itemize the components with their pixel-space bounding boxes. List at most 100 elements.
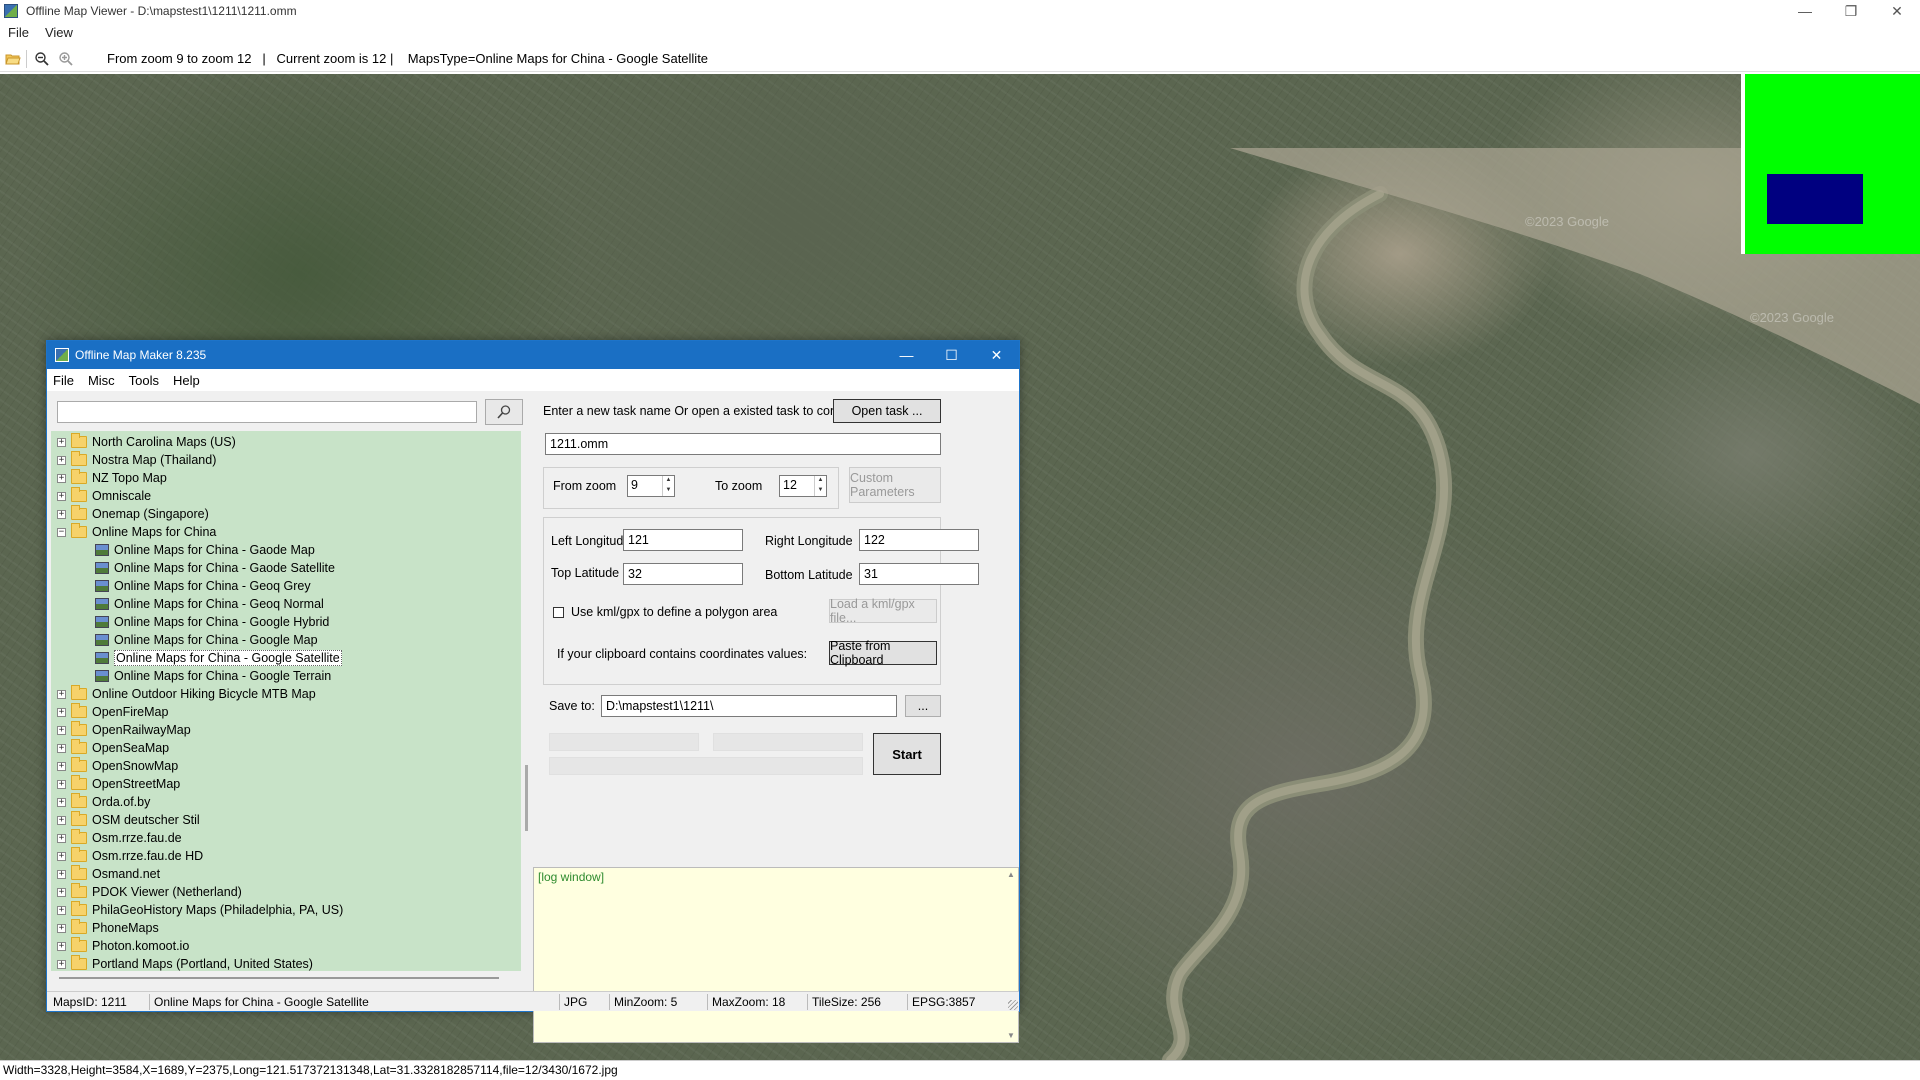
tree-map-item[interactable]: Online Maps for China - Google Satellite xyxy=(95,649,342,667)
expand-icon[interactable]: + xyxy=(57,779,66,789)
expand-icon[interactable]: + xyxy=(57,707,66,717)
tree-folder-item[interactable]: + Orda.of.by xyxy=(57,793,150,811)
collapse-icon[interactable]: − xyxy=(57,527,66,537)
expand-icon[interactable]: + xyxy=(57,833,66,843)
menu-file[interactable]: File xyxy=(53,373,74,388)
custom-parameters-button[interactable]: Custom Parameters xyxy=(849,467,941,503)
tree-folder-item[interactable]: + OpenSeaMap xyxy=(57,739,169,757)
tree-folder-item[interactable]: + Online Outdoor Hiking Bicycle MTB Map xyxy=(57,685,316,703)
tree-folder-item[interactable]: + PhoneMaps xyxy=(57,919,159,937)
expand-icon[interactable]: + xyxy=(57,689,66,699)
chevron-down-icon[interactable]: ▼ xyxy=(1007,1031,1015,1040)
restore-icon[interactable]: ❐ xyxy=(1828,0,1874,22)
tree-folder-item[interactable]: + OSM deutscher Stil xyxy=(57,811,200,829)
tree-folder-item[interactable]: − Online Maps for China xyxy=(57,523,216,541)
minimize-icon[interactable]: — xyxy=(1782,0,1828,22)
log-scrollbar[interactable]: ▲ ▼ xyxy=(1004,868,1018,1042)
map-search-input[interactable] xyxy=(57,401,477,423)
open-folder-icon[interactable] xyxy=(2,48,24,70)
tree-map-item[interactable]: Online Maps for China - Google Map xyxy=(95,631,318,649)
minimize-icon[interactable]: — xyxy=(884,341,929,369)
tree-folder-item[interactable]: + OpenStreetMap xyxy=(57,775,180,793)
tree-map-item[interactable]: Online Maps for China - Geoq Grey xyxy=(95,577,311,595)
tree-map-item[interactable]: Online Maps for China - Google Terrain xyxy=(95,667,331,685)
task-name-field[interactable]: 1211.omm xyxy=(545,433,941,455)
tree-vertical-scrollbar[interactable] xyxy=(525,765,528,831)
expand-icon[interactable]: + xyxy=(57,437,66,447)
start-button[interactable]: Start xyxy=(873,733,941,775)
chevron-up-icon[interactable]: ▲ xyxy=(663,476,674,486)
expand-icon[interactable]: + xyxy=(57,959,66,969)
chevron-down-icon[interactable]: ▼ xyxy=(663,486,674,496)
expand-icon[interactable]: + xyxy=(57,473,66,483)
expand-icon[interactable]: + xyxy=(57,455,66,465)
expand-icon[interactable]: + xyxy=(57,743,66,753)
open-task-button[interactable]: Open task ... xyxy=(833,399,941,423)
tree-folder-item[interactable]: + PhilaGeoHistory Maps (Philadelphia, PA,… xyxy=(57,901,343,919)
overview-viewport-box[interactable] xyxy=(1767,174,1863,224)
tree-map-item[interactable]: Online Maps for China - Geoq Normal xyxy=(95,595,324,613)
tree-folder-item[interactable]: + Onemap (Singapore) xyxy=(57,505,209,523)
menu-help[interactable]: Help xyxy=(173,373,200,388)
menu-view[interactable]: View xyxy=(45,25,73,40)
tree-folder-item[interactable]: + PDOK Viewer (Netherland) xyxy=(57,883,242,901)
tree-folder-item[interactable]: + OpenRailwayMap xyxy=(57,721,191,739)
load-kml-button[interactable]: Load a kml/gpx file... xyxy=(829,597,937,625)
menu-tools[interactable]: Tools xyxy=(129,373,159,388)
tree-map-item[interactable]: Online Maps for China - Gaode Satellite xyxy=(95,559,335,577)
menu-file[interactable]: File xyxy=(8,25,29,40)
tree-folder-item[interactable]: + Portland Maps (Portland, United States) xyxy=(57,955,313,971)
maximize-icon[interactable]: ☐ xyxy=(929,341,974,369)
expand-icon[interactable]: + xyxy=(57,923,66,933)
tree-folder-item[interactable]: + OpenFireMap xyxy=(57,703,168,721)
tree-folder-item[interactable]: + Osmand.net xyxy=(57,865,160,883)
expand-icon[interactable]: + xyxy=(57,725,66,735)
expand-icon[interactable]: + xyxy=(57,887,66,897)
to-zoom-spinner[interactable]: 12 ▲ ▼ xyxy=(779,475,827,497)
dialog-titlebar[interactable]: Offline Map Maker 8.235 — ☐ ✕ xyxy=(47,341,1019,369)
spinner-arrows[interactable]: ▲ ▼ xyxy=(814,476,826,496)
tree-folder-item[interactable]: + North Carolina Maps (US) xyxy=(57,433,236,451)
resize-grip[interactable] xyxy=(1008,1000,1018,1010)
map-tree[interactable]: + North Carolina Maps (US) + Nostra Map (Th… xyxy=(51,431,521,971)
expand-icon[interactable]: + xyxy=(57,491,66,501)
expand-icon[interactable]: + xyxy=(57,851,66,861)
chevron-up-icon[interactable]: ▲ xyxy=(1007,870,1015,879)
expand-icon[interactable]: + xyxy=(57,869,66,879)
tree-horizontal-scrollbar[interactable] xyxy=(59,977,499,979)
log-window[interactable]: [log window] ▲ ▼ xyxy=(533,867,1019,1043)
bottom-latitude-field[interactable]: 31 xyxy=(859,563,979,585)
zoom-in-icon[interactable] xyxy=(55,48,77,70)
save-to-field[interactable]: D:\mapstest1\1211\ xyxy=(601,695,897,717)
paste-clipboard-button[interactable]: Paste from Clipboard xyxy=(829,639,937,667)
chevron-up-icon[interactable]: ▲ xyxy=(815,476,826,486)
tree-folder-item[interactable]: + Nostra Map (Thailand) xyxy=(57,451,216,469)
tree-folder-item[interactable]: + Photon.komoot.io xyxy=(57,937,189,955)
right-longitude-field[interactable]: 122 xyxy=(859,529,979,551)
tree-folder-item[interactable]: + Osm.rrze.fau.de HD xyxy=(57,847,203,865)
expand-icon[interactable]: + xyxy=(57,509,66,519)
browse-folder-button[interactable]: ... xyxy=(905,695,941,717)
tree-folder-item[interactable]: + Omniscale xyxy=(57,487,151,505)
chevron-down-icon[interactable]: ▼ xyxy=(815,486,826,496)
expand-icon[interactable]: + xyxy=(57,941,66,951)
search-button[interactable] xyxy=(485,399,523,425)
expand-icon[interactable]: + xyxy=(57,797,66,807)
tree-folder-item[interactable]: + Osm.rrze.fau.de xyxy=(57,829,182,847)
tree-map-item[interactable]: Online Maps for China - Google Hybrid xyxy=(95,613,329,631)
overview-minimap[interactable] xyxy=(1741,74,1920,254)
left-longitude-field[interactable]: 121 xyxy=(623,529,743,551)
expand-icon[interactable]: + xyxy=(57,761,66,771)
tree-folder-item[interactable]: + NZ Topo Map xyxy=(57,469,167,487)
top-latitude-field[interactable]: 32 xyxy=(623,563,743,585)
menu-misc[interactable]: Misc xyxy=(88,373,115,388)
spinner-arrows[interactable]: ▲ ▼ xyxy=(662,476,674,496)
close-icon[interactable]: ✕ xyxy=(974,341,1019,369)
tree-folder-item[interactable]: + OpenSnowMap xyxy=(57,757,178,775)
zoom-out-icon[interactable] xyxy=(31,48,53,70)
tree-map-item[interactable]: Online Maps for China - Gaode Map xyxy=(95,541,315,559)
expand-icon[interactable]: + xyxy=(57,905,66,915)
expand-icon[interactable]: + xyxy=(57,815,66,825)
close-icon[interactable]: ✕ xyxy=(1874,0,1920,22)
from-zoom-spinner[interactable]: 9 ▲ ▼ xyxy=(627,475,675,497)
